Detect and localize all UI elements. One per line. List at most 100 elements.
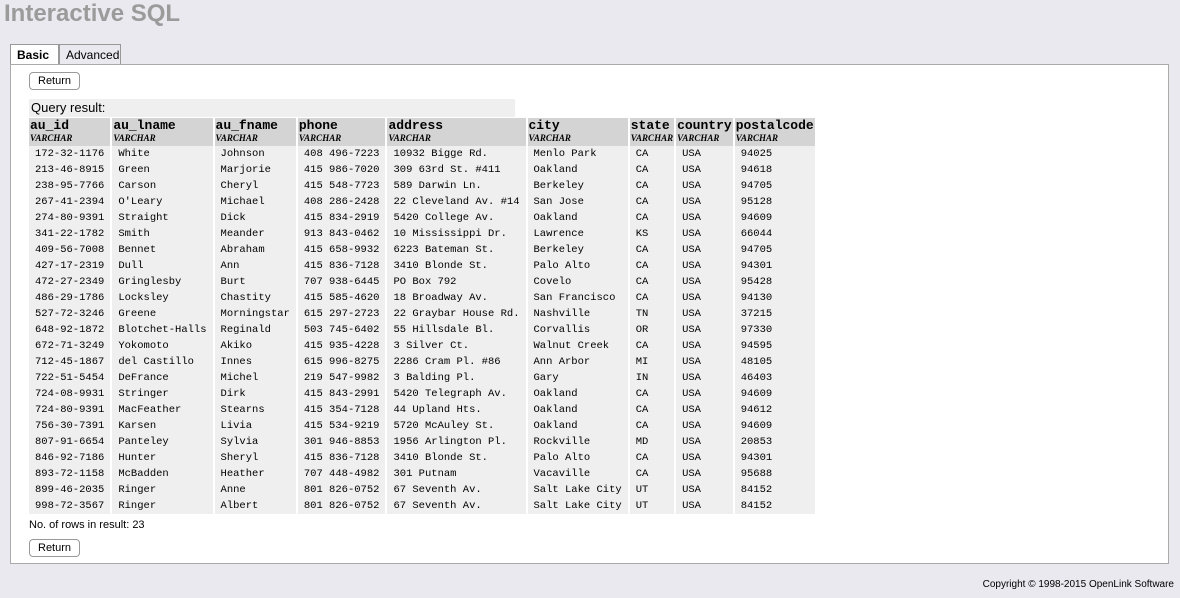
table-cell-postalcode: 94595 [734,338,815,354]
table-row: 486-29-1786 Locksley Chastity 415 585-4620 1… [29,290,815,306]
table-cell-country: USA [676,258,733,274]
table-cell-phone: 415 836-7128 [297,450,386,466]
table-row: 807-91-6654 Panteley Sylvia 301 946-8853 195… [29,434,815,450]
table-cell-state: CA [629,418,675,434]
table-cell-city: Vacaville [527,466,628,482]
table-cell-city: Palo Alto [527,258,628,274]
table-cell-phone: 801 826-0752 [297,482,386,498]
table-cell-au_lname: Yokomoto [112,338,213,354]
column-type: VARCHAR [113,133,156,143]
table-cell-au_lname: O'Leary [112,194,213,210]
table-cell-phone: 408 496-7223 [297,146,386,162]
table-cell-city: Salt Lake City [527,498,628,514]
column-type: VARCHAR [298,133,342,143]
table-cell-phone: 408 286-2428 [297,194,386,210]
table-row: 722-51-5454 DeFrance Michel 219 547-9982 3 B… [29,370,815,386]
table-row: 267-41-2394 O'Leary Michael 408 286-2428 22 … [29,194,815,210]
table-cell-au_id: 899-46-2035 [29,482,111,498]
table-cell-au_id: 712-45-1867 [29,354,111,370]
table-cell-country: USA [676,338,733,354]
table-cell-city: Oakland [527,402,628,418]
table-body: 172-32-1176 White Johnson 408 496-7223 10932… [29,146,815,514]
table-cell-au_fname: Michel [214,370,296,386]
table-cell-state: UT [629,498,675,514]
table-row: 238-95-7766 Carson Cheryl 415 548-7723 589 D… [29,178,815,194]
table-cell-au_id: 172-32-1176 [29,146,111,162]
column-header-city: city VARCHAR [527,118,628,146]
table-cell-phone: 415 834-2919 [297,210,386,226]
table-cell-city: Oakland [527,162,628,178]
table-cell-au_id: 267-41-2394 [29,194,111,210]
table-header-row: au_id VARCHAR au_lname VARCHAR au_fname VARCH… [29,118,815,146]
table-cell-state: CA [629,194,675,210]
table-cell-country: USA [676,434,733,450]
table-cell-au_id: 472-27-2349 [29,274,111,290]
column-type: VARCHAR [735,133,779,143]
table-cell-country: USA [676,274,733,290]
table-cell-address: 5420 College Av. [387,210,526,226]
table-cell-phone: 615 996-8275 [297,354,386,370]
table-cell-country: USA [676,306,733,322]
table-cell-postalcode: 94705 [734,178,815,194]
table-cell-city: Gary [527,370,628,386]
table-row: 893-72-1158 McBadden Heather 707 448-4982 30… [29,466,815,482]
table-cell-au_lname: Locksley [112,290,213,306]
table-cell-au_lname: McBadden [112,466,213,482]
table-cell-au_fname: Dick [214,210,296,226]
column-name: state [630,118,670,133]
copyright: Copyright © 1998-2015 OpenLink Software [982,579,1174,590]
table-cell-au_fname: Chastity [214,290,296,306]
table-cell-state: CA [629,290,675,306]
table-cell-phone: 415 354-7128 [297,402,386,418]
table-cell-state: CA [629,466,675,482]
table-row: 409-56-7008 Bennet Abraham 415 658-9932 6223… [29,242,815,258]
table-row: 341-22-1782 Smith Meander 913 843-0462 10 Mi… [29,226,815,242]
return-button-bottom[interactable]: Return [29,539,81,557]
table-row: 998-72-3567 Ringer Albert 801 826-0752 67 Se… [29,498,815,514]
table-cell-au_fname: Burt [214,274,296,290]
table-cell-au_fname: Johnson [214,146,296,162]
table-cell-state: MI [629,354,675,370]
table-cell-country: USA [676,290,733,306]
table-cell-phone: 415 658-9932 [297,242,386,258]
table-cell-address: 3410 Blonde St. [387,258,526,274]
table-cell-country: USA [676,402,733,418]
table-cell-phone: 415 935-4228 [297,338,386,354]
column-header-au_id: au_id VARCHAR [29,118,111,146]
result-table: au_id VARCHAR au_lname VARCHAR au_fname VARCH… [27,118,817,514]
table-cell-state: MD [629,434,675,450]
column-name: au_id [30,118,70,133]
table-row: 724-80-9391 MacFeather Stearns 415 354-7128… [29,402,815,418]
column-type: VARCHAR [388,133,431,143]
table-cell-phone: 415 548-7723 [297,178,386,194]
column-name: au_lname [113,118,176,133]
tab-advanced[interactable]: Advanced [59,44,121,64]
table-cell-state: CA [629,338,675,354]
table-cell-state: CA [629,450,675,466]
column-type: VARCHAR [528,133,571,143]
table-cell-address: 55 Hillsdale Bl. [387,322,526,338]
table-row: 672-71-3249 Yokomoto Akiko 415 935-4228 3 Si… [29,338,815,354]
table-row: 724-08-9931 Stringer Dirk 415 843-2991 5420 … [29,386,815,402]
table-cell-city: Salt Lake City [527,482,628,498]
column-header-postalcode: postalcode VARCHAR [734,118,815,146]
table-cell-country: USA [676,162,733,178]
table-cell-country: USA [676,450,733,466]
table-cell-phone: 503 745-6402 [297,322,386,338]
table-cell-phone: 415 585-4620 [297,290,386,306]
table-cell-country: USA [676,146,733,162]
table-cell-au_lname: Gringlesby [112,274,213,290]
table-cell-au_id: 238-95-7766 [29,178,111,194]
table-cell-city: Lawrence [527,226,628,242]
table-cell-postalcode: 94609 [734,418,815,434]
table-row: 899-46-2035 Ringer Anne 801 826-0752 67 Seve… [29,482,815,498]
table-cell-au_id: 724-08-9931 [29,386,111,402]
column-type: VARCHAR [630,133,674,143]
table-cell-au_lname: Carson [112,178,213,194]
query-panel: Return Query result: au_id VARCHAR au_lnam… [10,64,1169,564]
return-button-top[interactable]: Return [29,72,81,90]
tab-basic[interactable]: Basic [10,44,59,66]
table-cell-au_fname: Sylvia [214,434,296,450]
table-cell-au_fname: Cheryl [214,178,296,194]
table-row: 274-80-9391 Straight Dick 415 834-2919 5420 … [29,210,815,226]
